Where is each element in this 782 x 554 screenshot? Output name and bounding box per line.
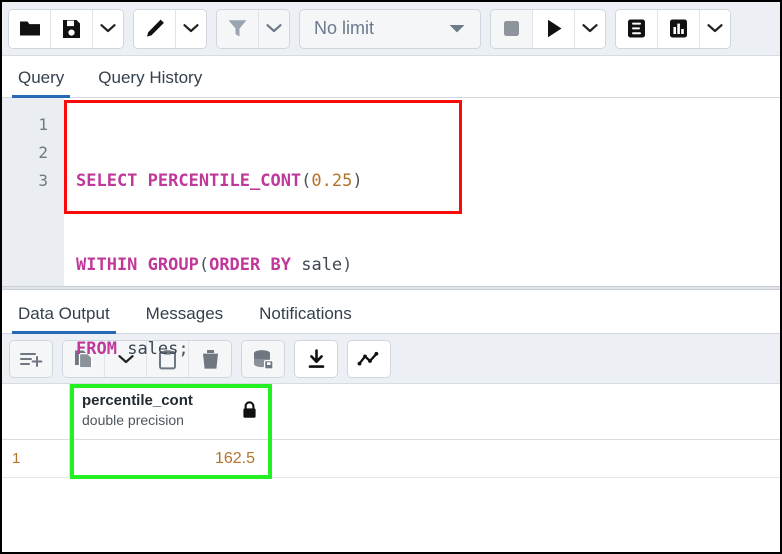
grid-column-type: double precision xyxy=(82,412,184,428)
code-line: WITHIN GROUP(ORDER BY sale) xyxy=(76,251,780,279)
grid-header-rownum-cell xyxy=(2,384,70,439)
open-file-button[interactable] xyxy=(9,9,51,48)
row-limit-label: No limit xyxy=(314,18,375,38)
edit-button[interactable] xyxy=(134,9,176,48)
funnel-icon xyxy=(228,20,247,37)
explain-e-icon xyxy=(628,19,645,38)
query-tool-toolbar: No limit xyxy=(2,2,780,56)
editor-line-number-gutter: 1 2 3 xyxy=(2,98,64,286)
chevron-down-icon xyxy=(183,24,199,33)
sql-keyword: SELECT PERCENTILE_CONT xyxy=(76,171,302,191)
grid-column-name: percentile_cont xyxy=(82,392,193,409)
padlock-glyph xyxy=(243,401,256,418)
execute-button[interactable] xyxy=(533,9,575,48)
sql-keyword: FROM xyxy=(76,339,117,359)
add-row-button[interactable] xyxy=(10,340,52,377)
pencil-icon xyxy=(146,19,164,37)
grid-column-header-percentile-cont[interactable]: percentile_cont double precision xyxy=(70,384,270,439)
explain-button[interactable] xyxy=(616,9,658,48)
grid-cell-percentile-cont[interactable]: 162.5 xyxy=(70,440,270,477)
sql-punctuation: ; xyxy=(178,339,189,359)
stop-button[interactable] xyxy=(491,9,533,48)
sql-punctuation: ) xyxy=(352,171,363,191)
sql-punctuation: ( xyxy=(198,255,210,275)
chevron-down-icon xyxy=(266,24,282,33)
grid-row-number: 1 xyxy=(2,440,70,477)
chevron-down-icon xyxy=(582,24,598,33)
grid-empty-space xyxy=(2,478,780,496)
tab-query-label: Query xyxy=(18,68,65,87)
line-number: 2 xyxy=(38,143,48,162)
sql-editor[interactable]: 1 2 3 SELECT PERCENTILE_CONT(0.25) WITHI… xyxy=(2,98,780,359)
file-button-group xyxy=(8,8,124,49)
edit-dropdown[interactable] xyxy=(176,9,206,48)
sql-punctuation: ( xyxy=(301,171,312,191)
sql-identifier: sale xyxy=(301,255,343,275)
code-line: FROM sales; xyxy=(76,335,780,363)
sql-code-area[interactable]: SELECT PERCENTILE_CONT(0.25) WITHIN GROU… xyxy=(64,98,780,359)
filter-button[interactable] xyxy=(217,9,259,48)
tab-messages[interactable]: Messages xyxy=(140,304,229,333)
pgadmin-query-tool: No limit Query Query History 1 2 3 SELEC… xyxy=(0,0,782,554)
tab-query-history[interactable]: Query History xyxy=(92,68,208,97)
add-row-group xyxy=(9,339,53,378)
chevron-down-icon xyxy=(100,24,116,33)
tab-data-output[interactable]: Data Output xyxy=(12,304,116,334)
save-file-dropdown[interactable] xyxy=(93,9,123,48)
edit-button-group xyxy=(133,8,207,49)
add-row-icon xyxy=(19,353,42,367)
save-file-button[interactable] xyxy=(51,9,93,48)
tab-messages-label: Messages xyxy=(145,304,224,323)
sql-punctuation: ) xyxy=(342,255,353,275)
sql-keyword: WITHIN GROUP xyxy=(76,255,199,275)
bar-chart-icon xyxy=(670,19,687,38)
folder-icon xyxy=(19,21,40,36)
line-number: 3 xyxy=(38,171,48,190)
execute-dropdown[interactable] xyxy=(575,9,605,48)
tab-data-output-label: Data Output xyxy=(18,304,110,323)
play-icon xyxy=(547,19,561,38)
filter-button-group xyxy=(216,8,290,49)
tab-notifications[interactable]: Notifications xyxy=(253,304,358,333)
row-limit-select[interactable]: No limit xyxy=(299,8,481,49)
sql-keyword: ORDER BY xyxy=(209,255,291,275)
explain-analyze-button[interactable] xyxy=(658,9,700,48)
line-number: 1 xyxy=(38,115,48,134)
save-icon xyxy=(63,19,80,38)
grid-header-row: percentile_cont double precision xyxy=(2,384,780,440)
sql-number: 0.25 xyxy=(311,171,353,191)
filter-dropdown[interactable] xyxy=(259,9,289,48)
grid-column-header-text: percentile_cont double precision xyxy=(82,391,193,430)
chevron-down-icon xyxy=(707,24,723,33)
sql-identifier: sales xyxy=(127,339,179,359)
caret-down-icon xyxy=(449,25,465,33)
query-tab-bar: Query Query History xyxy=(2,56,780,98)
lock-icon xyxy=(242,391,257,419)
explain-dropdown[interactable] xyxy=(700,9,730,48)
tab-query[interactable]: Query xyxy=(12,68,71,98)
data-output-grid: percentile_cont double precision 1 162.5 xyxy=(2,384,780,496)
table-row[interactable]: 1 162.5 xyxy=(2,440,780,478)
explain-button-group xyxy=(615,8,731,49)
tab-query-history-label: Query History xyxy=(98,68,203,87)
sql-punctuation xyxy=(291,255,301,275)
execute-button-group xyxy=(490,8,606,49)
tab-notifications-label: Notifications xyxy=(259,304,352,323)
sql-punctuation xyxy=(117,339,127,359)
code-line: SELECT PERCENTILE_CONT(0.25) xyxy=(76,167,780,195)
stop-square-icon xyxy=(504,21,519,36)
